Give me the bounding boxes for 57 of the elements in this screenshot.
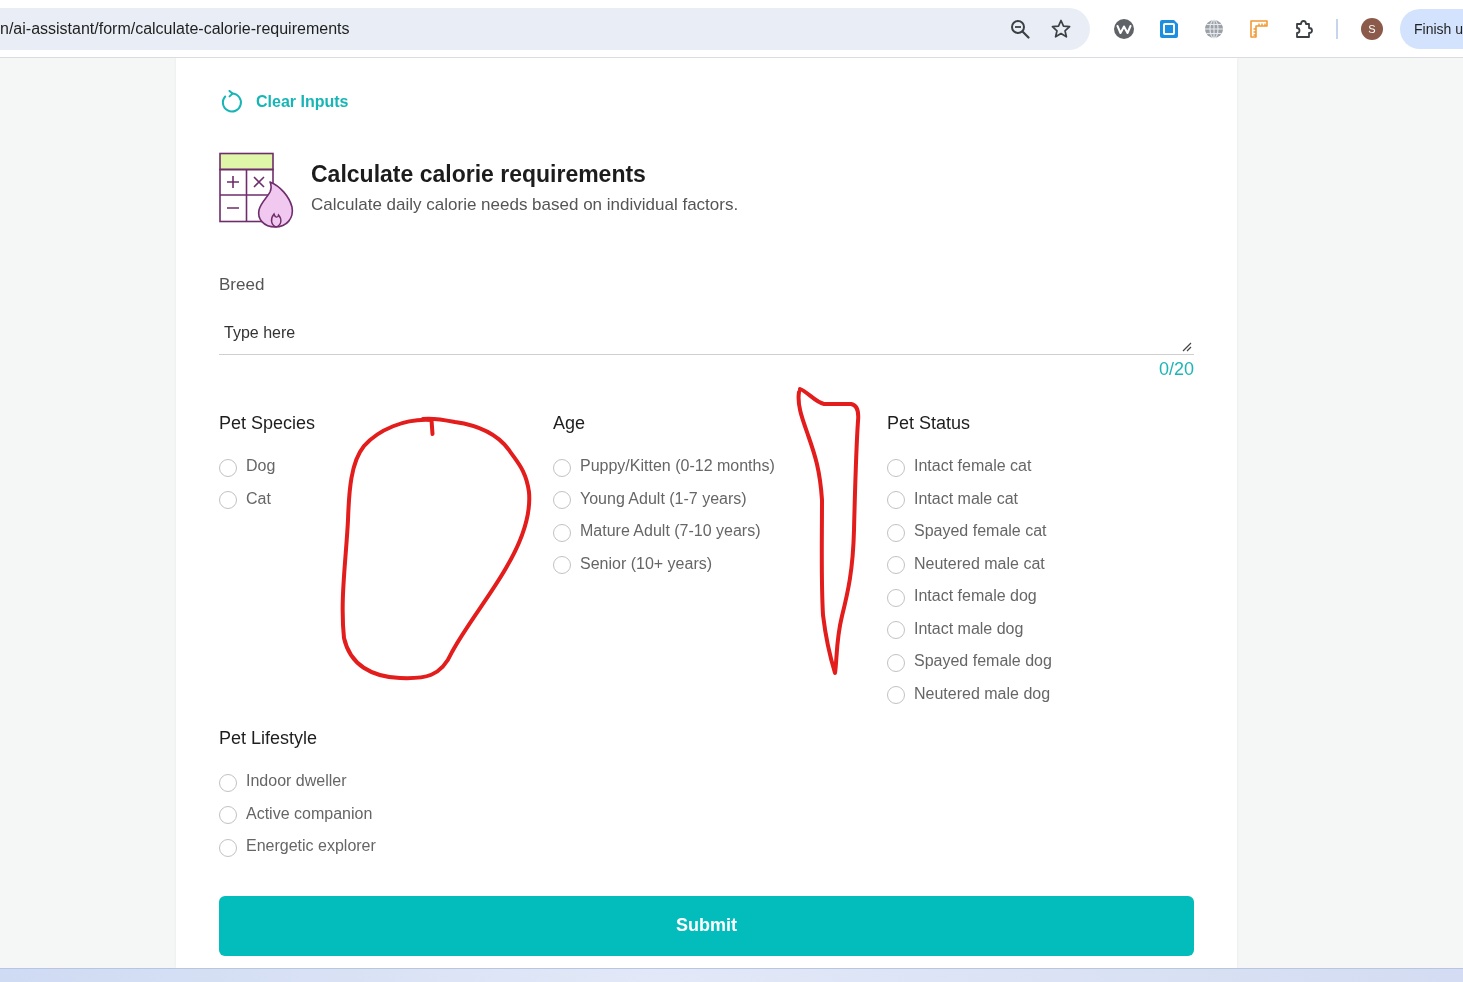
- option-label: Active companion: [246, 803, 373, 824]
- radio-button[interactable]: [887, 588, 905, 607]
- option-label: Intact female dog: [914, 586, 1037, 607]
- reset-icon: [220, 90, 244, 114]
- address-bar[interactable]: n/ai-assistant/form/calculate-calorie-requirements: [0, 7, 1090, 50]
- finish-button[interactable]: Finish u: [1400, 8, 1463, 49]
- field-label: Breed: [219, 274, 265, 296]
- option-label: Energetic explorer: [246, 836, 376, 857]
- globe-icon[interactable]: [1204, 18, 1224, 39]
- form-subtitle: Calculate daily calorie needs based on individual factors.: [311, 194, 739, 216]
- option-label: Intact male cat: [914, 488, 1019, 509]
- ruler-corner-icon[interactable]: [1249, 18, 1269, 39]
- radio-button[interactable]: [887, 491, 905, 510]
- form-title: Calculate calorie requirements: [311, 160, 647, 188]
- radio-button[interactable]: [219, 458, 237, 477]
- radio-button[interactable]: [553, 523, 571, 542]
- radio-button[interactable]: [219, 491, 237, 510]
- star-icon[interactable]: [1051, 18, 1071, 39]
- radio-button[interactable]: [887, 653, 905, 672]
- breed-input-field[interactable]: Type here: [219, 310, 1194, 355]
- option-label: Intact male dog: [914, 618, 1024, 639]
- option-label: Spayed female dog: [914, 651, 1052, 672]
- option-label: Mature Adult (7-10 years): [580, 521, 761, 542]
- puzzle-icon[interactable]: [1294, 18, 1314, 39]
- wave-circle-icon[interactable]: [1114, 18, 1134, 39]
- option-label: Neutered male dog: [914, 683, 1051, 704]
- zoom-out-icon[interactable]: [1010, 18, 1030, 39]
- radio-button[interactable]: [219, 806, 237, 825]
- url-text: n/ai-assistant/form/calculate-calorie-requirements: [0, 19, 350, 38]
- profile-avatar[interactable]: S: [1361, 17, 1383, 40]
- radio-button[interactable]: [553, 491, 571, 510]
- option-label: Young Adult (1-7 years): [580, 488, 747, 509]
- radio-button[interactable]: [887, 523, 905, 542]
- option-label: Cat: [246, 488, 271, 509]
- resize-grip-icon[interactable]: [1182, 342, 1192, 352]
- option-label: Spayed female cat: [914, 521, 1047, 542]
- group-heading: Pet Species: [219, 412, 316, 434]
- character-counter: 0/20: [1158, 359, 1194, 379]
- group-heading: Pet Status: [887, 412, 971, 434]
- radio-button[interactable]: [553, 458, 571, 477]
- option-label: Puppy/Kitten (0-12 months): [580, 456, 775, 477]
- radio-button[interactable]: [887, 621, 905, 640]
- option-label: Senior (10+ years): [580, 553, 713, 574]
- extension-tile-icon[interactable]: [1159, 18, 1179, 39]
- option-label: Intact female cat: [914, 456, 1032, 477]
- option-label: Indoor dweller: [246, 771, 347, 792]
- radio-button[interactable]: [219, 838, 237, 857]
- calculator-flame-icon: [219, 152, 295, 229]
- group-heading: Pet Lifestyle: [219, 727, 318, 749]
- option-label: Neutered male cat: [914, 553, 1045, 574]
- radio-button[interactable]: [887, 686, 905, 705]
- radio-button[interactable]: [553, 556, 571, 575]
- radio-button[interactable]: [219, 773, 237, 792]
- radio-button[interactable]: [887, 458, 905, 477]
- radio-button[interactable]: [887, 556, 905, 575]
- group-heading: Age: [553, 412, 586, 434]
- option-label: Dog: [246, 456, 276, 477]
